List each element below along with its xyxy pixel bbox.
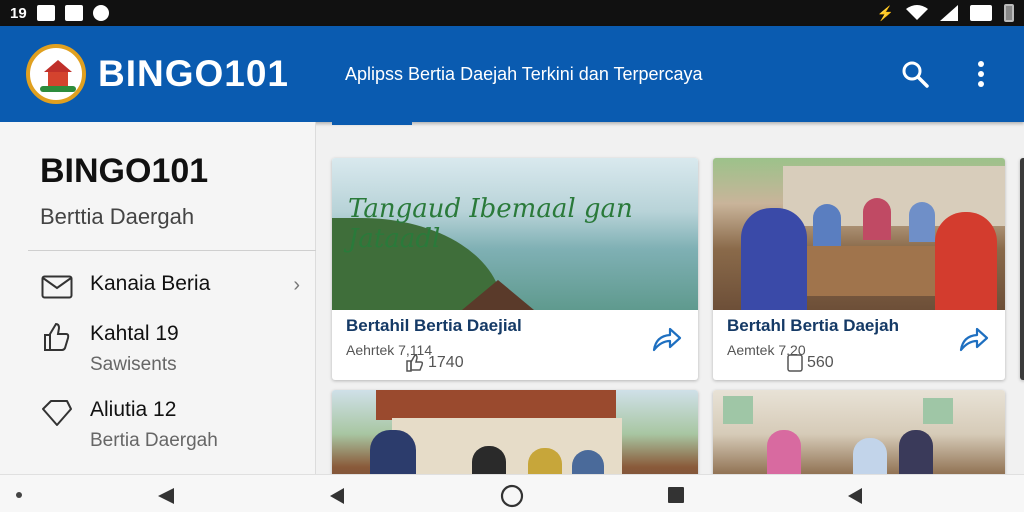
image-caption: Tangaud Ibemaal gan Jataadl bbox=[348, 194, 633, 254]
news-card[interactable] bbox=[332, 390, 698, 474]
share-icon[interactable] bbox=[652, 326, 682, 352]
window bbox=[923, 398, 953, 424]
news-card-title: Bertahil Bertia Daejial bbox=[346, 316, 522, 335]
bookmark-icon bbox=[787, 354, 803, 372]
drawer-title: BINGO101 bbox=[40, 152, 209, 190]
person bbox=[370, 430, 416, 474]
table bbox=[803, 246, 943, 296]
drawer-subtitle: Berttia Daergah bbox=[40, 204, 195, 229]
signal-icon bbox=[940, 5, 958, 21]
drawer-item-aliutia[interactable]: Aliutia 12 Bertia Daergah bbox=[40, 396, 310, 460]
window bbox=[723, 396, 753, 424]
person bbox=[813, 204, 841, 246]
back-icon[interactable] bbox=[156, 486, 176, 506]
news-card[interactable]: Tangaud Ibemaal gan Jataadl Bertahil Ber… bbox=[332, 158, 698, 380]
battery-icon bbox=[1004, 4, 1014, 22]
app-tagline: Aplipss Bertia Daejah Terkini dan Terper… bbox=[345, 63, 703, 84]
person bbox=[935, 212, 997, 310]
mail-icon bbox=[40, 272, 74, 302]
news-card[interactable]: Bertahl Bertia Daejah Aemtek 7,20 560 bbox=[713, 158, 1005, 380]
status-time: 19 bbox=[10, 4, 27, 22]
thumb-icon bbox=[40, 322, 74, 352]
person bbox=[863, 198, 891, 240]
drawer-divider bbox=[28, 250, 316, 251]
drawer-item-label: Kanaia Beria bbox=[90, 272, 211, 295]
tab-indicator bbox=[332, 122, 412, 125]
dot-indicator bbox=[16, 492, 22, 498]
house-roof bbox=[376, 390, 616, 420]
more-vert-icon bbox=[978, 61, 984, 87]
search-button[interactable] bbox=[900, 59, 930, 89]
drawer-item-label: Kahtal 19 bbox=[90, 322, 179, 345]
cast-icon bbox=[970, 5, 992, 21]
person bbox=[472, 446, 506, 474]
wifi-icon bbox=[906, 5, 928, 20]
person bbox=[899, 430, 933, 474]
navigation-drawer: BINGO101 Berttia Daergah Kanaia Beria › … bbox=[0, 122, 316, 474]
app-bar: BINGO101 Aplipss Bertia Daejah Terkini d… bbox=[0, 26, 1024, 122]
news-card-stat-value: 1740 bbox=[428, 354, 464, 371]
news-card-stat: 1740 bbox=[406, 354, 464, 372]
vibrate-icon: ⚡ bbox=[876, 4, 894, 21]
badge-icon bbox=[40, 398, 74, 428]
news-card-stat-value: 560 bbox=[807, 354, 834, 371]
news-card-title: Bertahl Bertia Daejah bbox=[727, 316, 899, 335]
person bbox=[909, 202, 935, 242]
back-secondary-icon[interactable] bbox=[328, 486, 346, 506]
person bbox=[767, 430, 801, 474]
status-bar: 19 ⚡ bbox=[0, 0, 1024, 26]
drawer-item-label: Aliutia 12 bbox=[90, 398, 177, 421]
news-card-image bbox=[713, 390, 1005, 474]
person bbox=[572, 450, 604, 474]
search-icon bbox=[902, 61, 929, 88]
news-card-image bbox=[332, 390, 698, 474]
back-tertiary-icon[interactable] bbox=[846, 486, 864, 506]
like-icon bbox=[406, 354, 424, 372]
notification-icon bbox=[36, 5, 55, 21]
person bbox=[528, 448, 562, 474]
overflow-menu-button[interactable] bbox=[966, 59, 996, 89]
person bbox=[741, 208, 807, 310]
recents-icon[interactable] bbox=[667, 486, 685, 504]
news-feed: Tangaud Ibemaal gan Jataadl Bertahil Ber… bbox=[316, 122, 1024, 474]
drawer-item-sub: Bertia Daergah bbox=[90, 430, 218, 451]
app-brand-title: BINGO101 bbox=[98, 53, 290, 94]
news-card-stat: 560 bbox=[787, 354, 834, 372]
news-card-image bbox=[713, 158, 1005, 310]
drawer-item-sub: Sawisents bbox=[90, 354, 177, 375]
app-logo[interactable] bbox=[26, 44, 86, 104]
app-notification-icon bbox=[92, 5, 109, 21]
news-card[interactable] bbox=[713, 390, 1005, 474]
news-card-peek[interactable] bbox=[1020, 158, 1024, 380]
system-navigation-bar bbox=[0, 474, 1024, 512]
chevron-right-icon: › bbox=[293, 274, 300, 296]
drawer-item-kahtal[interactable]: Kahtal 19 Sawisents bbox=[40, 320, 310, 384]
home-icon[interactable] bbox=[500, 484, 524, 508]
house-roof bbox=[462, 280, 534, 310]
share-icon[interactable] bbox=[959, 326, 989, 352]
news-card-image: Tangaud Ibemaal gan Jataadl bbox=[332, 158, 698, 310]
drawer-item-kanaia-beria[interactable]: Kanaia Beria › bbox=[40, 270, 310, 310]
gallery-notification-icon bbox=[64, 5, 83, 21]
person bbox=[853, 438, 887, 474]
